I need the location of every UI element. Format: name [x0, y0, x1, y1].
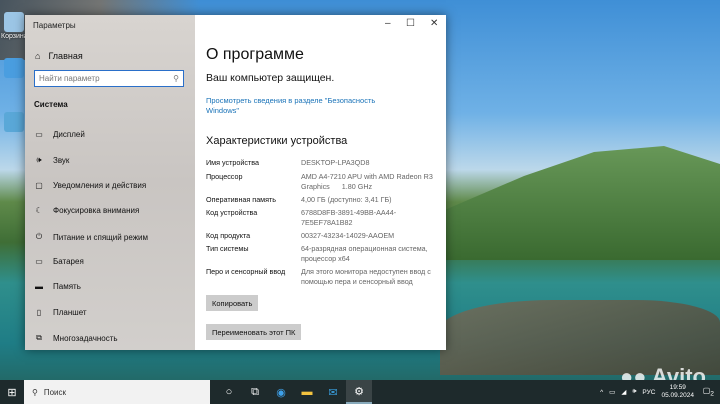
cortana-icon[interactable]: ○ — [216, 380, 242, 404]
sidebar-item-label: Многозадачность — [53, 333, 118, 343]
minimize-button[interactable]: – — [385, 18, 391, 29]
spec-row: Перо и сенсорный ввод Для этого монитора … — [206, 267, 446, 287]
recycle-bin-icon[interactable] — [4, 12, 24, 32]
spec-label: Тип системы — [206, 244, 249, 253]
notification-count: 2 — [710, 390, 714, 398]
display-icon: ▭ — [35, 130, 43, 139]
search-input[interactable]: Найти параметр ⚲ — [34, 70, 184, 87]
spec-value: 00327-43234-14029-AAOEM — [301, 231, 395, 240]
tablet-icon: ▯ — [36, 308, 42, 317]
date: 05.09.2024 — [661, 392, 694, 399]
sidebar-item-label: Питание и спящий режим — [53, 232, 149, 242]
start-button[interactable]: ⊞ — [0, 386, 24, 399]
spec-label: Имя устройства — [206, 158, 260, 167]
spec-label: Процессор — [206, 172, 243, 181]
spec-row: Имя устройства DESKTOP-LPA3QD8 — [206, 158, 446, 168]
sidebar-home[interactable]: ⌂ Главная — [35, 51, 83, 61]
sidebar: Параметры ⌂ Главная Найти параметр ⚲ Систе… — [25, 15, 195, 350]
settings-icon[interactable]: ⚙ — [346, 380, 372, 404]
spec-value: 6788D8FB-3891-49BB-AA44-7E5EF78A1B82 — [301, 208, 397, 227]
settings-window: Параметры ⌂ Главная Найти параметр ⚲ Систе… — [25, 15, 446, 350]
sidebar-item-tablet[interactable]: ▯ Планшет — [34, 308, 87, 317]
sidebar-item-focus[interactable]: ☾ Фокусировка внимания — [34, 206, 139, 215]
page-title: О программе — [206, 46, 304, 63]
sidebar-item-label: Фокусировка внимания — [53, 206, 140, 215]
desktop-icon[interactable] — [4, 58, 24, 78]
sidebar-item-multitasking[interactable]: ⧉ Многозадачность — [34, 333, 118, 343]
spec-label: Код устройства — [206, 208, 258, 217]
spec-row: Процессор AMD A4-7210 APU with AMD Radeon… — [206, 172, 446, 192]
spec-label: Перо и сенсорный ввод — [206, 267, 286, 276]
search-icon: ⚲ — [32, 387, 38, 397]
sidebar-item-label: Уведомления и действия — [53, 181, 147, 190]
network-icon[interactable]: ◢ — [621, 388, 626, 396]
taskbar-search-label: Поиск — [43, 387, 67, 397]
sidebar-item-label: Память — [53, 282, 81, 291]
spec-value: Для этого монитора недоступен ввод с пом… — [301, 267, 431, 286]
desktop-icon[interactable] — [4, 112, 24, 132]
home-label: Главная — [48, 51, 83, 61]
storage-icon: ▬ — [35, 282, 43, 291]
section-heading: Система — [34, 100, 68, 109]
sidebar-item-display[interactable]: ▭ Дисплей — [34, 130, 85, 139]
search-placeholder: Найти параметр — [39, 74, 100, 83]
spec-label: Оперативная память — [206, 195, 277, 204]
sidebar-item-label: Планшет — [53, 308, 87, 317]
file-explorer-icon[interactable]: ▬ — [294, 380, 320, 404]
power-icon: ⏻ — [35, 232, 43, 241]
security-link[interactable]: Просмотреть сведения в разделе "Безопасн… — [206, 96, 406, 116]
multitasking-icon: ⧉ — [36, 333, 42, 342]
wallpaper-mountains — [440, 146, 720, 260]
sidebar-item-battery[interactable]: ▭ Батарея — [34, 257, 84, 266]
spec-value: DESKTOP-LPA3QD8 — [301, 158, 370, 167]
protection-status: Ваш компьютер защищен. — [206, 72, 335, 84]
battery-icon: ▭ — [35, 257, 43, 266]
spec-value: 64-разрядная операционная система, проце… — [301, 244, 428, 263]
sidebar-item-label: Звук — [53, 155, 70, 165]
spec-row: Код устройства 6788D8FB-3891-49BB-AA44-7E… — [206, 208, 401, 228]
sidebar-item-power[interactable]: ⏻ Питание и спящий режим — [34, 232, 148, 242]
language-indicator[interactable]: РУС — [642, 389, 655, 396]
notifications-icon[interactable]: ▢2 — [703, 386, 714, 398]
maximize-button[interactable]: ☐ — [406, 18, 415, 29]
notifications-icon: ▢ — [35, 181, 43, 190]
taskbar-search[interactable]: ⚲ Поиск — [24, 380, 210, 404]
sound-icon: 🕪 — [36, 155, 42, 164]
sidebar-item-label: Батарея — [53, 257, 84, 266]
recycle-bin-label[interactable]: Корзина — [1, 33, 28, 40]
sidebar-item-sound[interactable]: 🕪 Звук — [34, 155, 69, 165]
close-button[interactable]: ✕ — [430, 18, 438, 29]
search-icon: ⚲ — [173, 74, 179, 83]
clock[interactable]: 19:59 05.09.2024 — [661, 384, 694, 400]
battery-icon[interactable]: ▭ — [609, 388, 615, 396]
window-title: Параметры — [33, 21, 76, 30]
time: 19:59 — [669, 384, 686, 391]
chevron-up-icon[interactable]: ^ — [600, 389, 603, 396]
sidebar-item-storage[interactable]: ▬ Память — [34, 282, 81, 291]
spec-row: Код продукта 00327-43234-14029-AAOEM — [206, 231, 446, 241]
sidebar-item-notifications[interactable]: ▢ Уведомления и действия — [34, 181, 146, 190]
mail-icon[interactable]: ✉ — [320, 380, 346, 404]
spec-row: Оперативная память 4,00 ГБ (доступно: 3,4… — [206, 195, 446, 205]
about-panel: – ☐ ✕ О программе Ваш компьютер защищен.… — [195, 15, 446, 350]
taskbar: ⊞ ⚲ Поиск ○ ⧉ ◉ ▬ ✉ ⚙ ^ ▭ ◢ 🕪 РУС 19:59 05… — [0, 380, 720, 404]
system-tray: ^ ▭ ◢ 🕪 РУС 19:59 05.09.2024 — [600, 384, 694, 400]
home-icon: ⌂ — [35, 51, 41, 61]
spec-label: Код продукта — [206, 231, 251, 240]
sidebar-item-label: Дисплей — [53, 130, 85, 139]
task-view-icon[interactable]: ⧉ — [242, 380, 268, 404]
spec-value: 4,00 ГБ (доступно: 3,41 ГБ) — [301, 195, 392, 204]
rename-pc-button[interactable]: Переименовать этот ПК — [206, 324, 302, 340]
focus-icon: ☾ — [35, 206, 43, 215]
edge-icon[interactable]: ◉ — [268, 380, 294, 404]
specs-heading: Характеристики устройства — [206, 135, 348, 147]
copy-button[interactable]: Копировать — [206, 295, 259, 311]
volume-icon[interactable]: 🕪 — [632, 388, 636, 396]
spec-value: AMD A4-7210 APU with AMD Radeon R3 Graph… — [301, 172, 435, 191]
spec-row: Тип системы 64-разрядная операционная сис… — [206, 244, 446, 264]
